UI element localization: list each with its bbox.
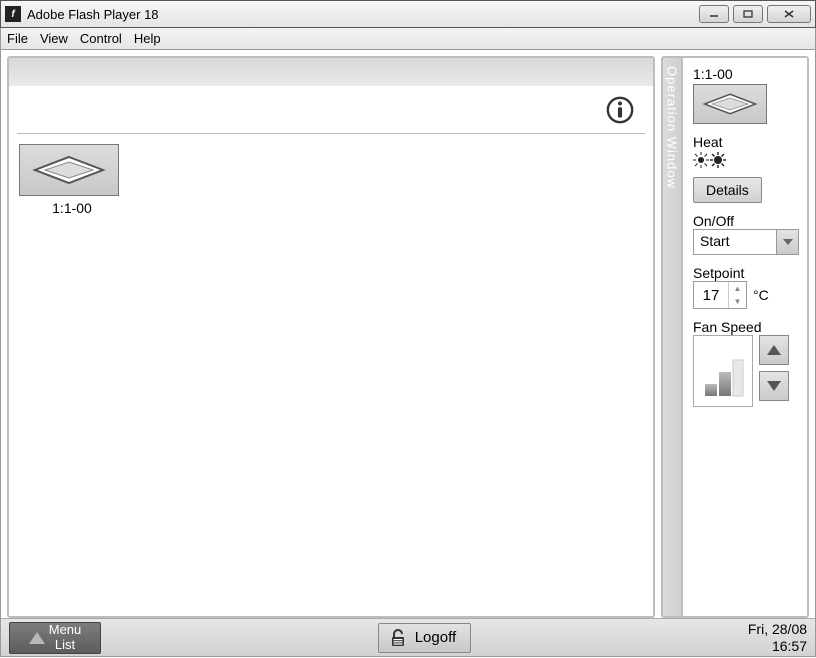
clock-time: 16:57 bbox=[748, 638, 807, 654]
logoff-button[interactable]: Logoff bbox=[378, 623, 471, 653]
setpoint-stepper[interactable]: 17 ▲ ▼ bbox=[693, 281, 747, 309]
clock: Fri, 28/08 16:57 bbox=[748, 621, 807, 653]
mode-icons bbox=[693, 152, 799, 171]
operation-window-tab[interactable]: Operation Window bbox=[661, 56, 681, 618]
menu-help[interactable]: Help bbox=[134, 31, 161, 46]
setpoint-down-icon[interactable]: ▼ bbox=[729, 295, 746, 308]
triangle-up-icon bbox=[767, 345, 781, 355]
mode-label: Heat bbox=[693, 134, 799, 150]
main-panel: 1:1-00 bbox=[7, 56, 655, 618]
logoff-label: Logoff bbox=[415, 629, 456, 646]
chevron-down-icon bbox=[776, 230, 798, 254]
flash-app-icon: f bbox=[5, 6, 21, 22]
selected-unit-label: 1:1-00 bbox=[693, 66, 799, 82]
setpoint-unit: °C bbox=[753, 287, 769, 303]
bottom-bar: Menu List Logoff Fri, 28/08 16:57 bbox=[1, 618, 815, 656]
unit-tile[interactable]: 1:1-00 bbox=[19, 144, 125, 216]
window-titlebar: f Adobe Flash Player 18 bbox=[0, 0, 816, 28]
menu-view[interactable]: View bbox=[40, 31, 68, 46]
minimize-button[interactable] bbox=[699, 5, 729, 23]
main-panel-top-strip bbox=[9, 58, 653, 86]
ceiling-unit-icon bbox=[700, 90, 760, 118]
maximize-icon bbox=[742, 9, 754, 19]
unlock-icon bbox=[387, 628, 407, 648]
setpoint-up-icon[interactable]: ▲ bbox=[729, 282, 746, 295]
menu-file[interactable]: File bbox=[7, 31, 28, 46]
window-title: Adobe Flash Player 18 bbox=[27, 7, 699, 22]
onoff-select[interactable]: Start bbox=[693, 229, 799, 255]
operation-window-tab-label: Operation Window bbox=[665, 66, 680, 189]
setpoint-value: 17 bbox=[694, 282, 728, 308]
unit-grid: 1:1-00 bbox=[9, 134, 653, 226]
maximize-button[interactable] bbox=[733, 5, 763, 23]
info-icon[interactable] bbox=[605, 95, 635, 125]
fanspeed-down-button[interactable] bbox=[759, 371, 789, 401]
menubar: File View Control Help bbox=[0, 28, 816, 50]
fanspeed-up-button[interactable] bbox=[759, 335, 789, 365]
fanspeed-label: Fan Speed bbox=[693, 319, 799, 335]
main-panel-header bbox=[17, 86, 645, 134]
close-icon bbox=[782, 9, 796, 19]
client-area: 1:1-00 Operation Window 1:1-00 bbox=[0, 50, 816, 657]
heat-mode-icon bbox=[693, 152, 727, 168]
onoff-label: On/Off bbox=[693, 213, 799, 229]
selected-unit-thumbnail bbox=[693, 84, 767, 124]
arrow-up-icon bbox=[29, 632, 45, 644]
ceiling-unit-icon bbox=[29, 153, 109, 187]
unit-tile-label: 1:1-00 bbox=[19, 200, 125, 216]
menu-list-label: Menu List bbox=[49, 623, 82, 652]
clock-date: Fri, 28/08 bbox=[748, 621, 807, 637]
setpoint-label: Setpoint bbox=[693, 265, 799, 281]
menu-control[interactable]: Control bbox=[80, 31, 122, 46]
operation-window: Operation Window 1:1-00 Heat bbox=[661, 56, 809, 618]
close-button[interactable] bbox=[767, 5, 811, 23]
onoff-value: Start bbox=[694, 230, 776, 254]
fan-bars-icon bbox=[701, 358, 745, 398]
menu-list-button[interactable]: Menu List bbox=[9, 622, 101, 654]
triangle-down-icon bbox=[767, 381, 781, 391]
details-button[interactable]: Details bbox=[693, 177, 762, 203]
fanspeed-display bbox=[693, 335, 753, 407]
minimize-icon bbox=[708, 9, 720, 19]
